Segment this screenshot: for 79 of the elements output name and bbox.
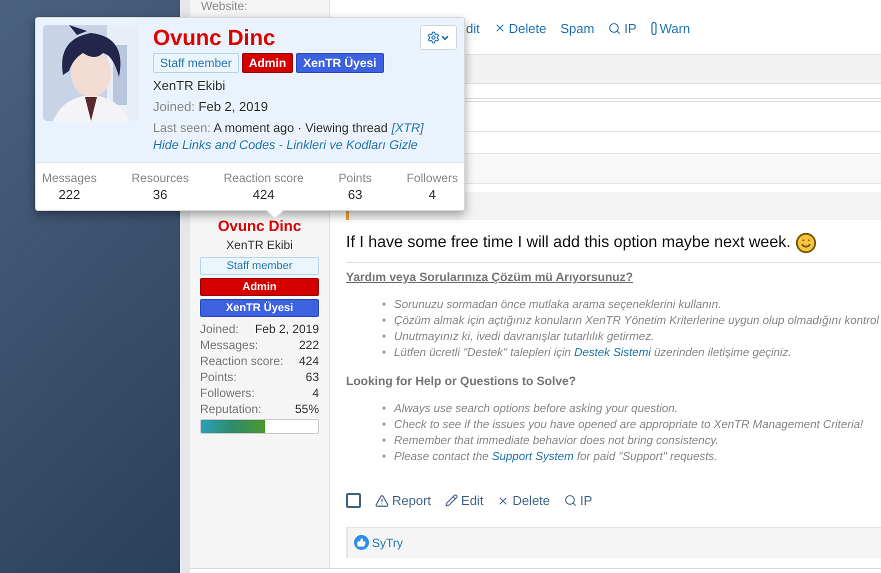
stat-value: 424 — [298, 353, 319, 369]
list-item: Unutmayınız ki, ivedi davranışlar tutarlılık getirmez. — [394, 330, 656, 345]
search-icon — [608, 22, 622, 35]
stat-value: Feb 2, 2019 — [254, 321, 319, 337]
action-link[interactable]: Report — [375, 491, 432, 510]
stat-label: Reaction score: — [200, 353, 284, 369]
settings-dropdown-button[interactable] — [420, 25, 457, 50]
close-icon — [494, 22, 506, 34]
bullet: • — [382, 434, 386, 449]
bullet: • — [382, 346, 386, 361]
thread-link[interactable]: Hide Links and Codes - Linkleri ve Kodları Gizle — [153, 137, 420, 154]
stat-value: 63 — [306, 369, 319, 385]
like-icon — [354, 535, 369, 550]
user-title: XenTR Ekibi — [153, 77, 226, 95]
smiley-icon — [794, 232, 817, 254]
action-link[interactable]: Delete — [494, 18, 546, 38]
field-label: Website: — [201, 0, 248, 13]
settings-icon — [427, 31, 440, 44]
list-item: Check to see if the issues you have opened are appropriate to XenTR Management Criteria! — [394, 418, 864, 433]
stat-value: 63 — [348, 186, 362, 203]
action-link[interactable]: IP — [564, 491, 592, 510]
list-item: Always use search options before asking your question. — [394, 402, 679, 417]
action-link[interactable]: IP — [608, 18, 637, 38]
bullet: • — [382, 330, 386, 345]
stat-label: Messages — [42, 170, 97, 186]
section-heading: Yardım veya Sorularınıza Çözüm mü Arıyorsunuz? — [346, 269, 633, 285]
section-heading: Looking for Help or Questions to Solve? — [346, 373, 576, 389]
bullet: • — [382, 450, 386, 465]
stat-label: Points — [338, 170, 372, 186]
user-banner: XenTR Üyesi — [200, 299, 319, 317]
stat-label: Points: — [200, 369, 237, 385]
username[interactable]: Ovunc Dinc — [218, 218, 302, 236]
bullet: • — [382, 402, 386, 417]
stat-value: 4 — [312, 385, 319, 401]
list-item: Sorunuzu sormadan önce mutlaka arama seçeneklerini kullanın. — [394, 298, 722, 313]
bullet: • — [382, 314, 386, 329]
user-banner: Admin — [200, 278, 319, 296]
pencil-icon — [445, 494, 458, 508]
user-banner: Admin — [242, 53, 294, 73]
stat-label: Followers — [406, 170, 458, 186]
stat-label: Resources — [131, 170, 189, 186]
link[interactable]: Support System — [492, 451, 574, 463]
stat-label: Reputation: — [200, 401, 262, 417]
stat-value: 222 — [298, 337, 319, 353]
action-link[interactable]: Delete — [497, 491, 550, 510]
list-item: Please contact the Support System for paid "Support" requests. — [394, 450, 718, 465]
list-item: Remember that immediate behavior does not bring consistency. — [394, 434, 720, 449]
stat-value: 222 — [58, 186, 80, 203]
stat-label: Messages: — [200, 337, 258, 353]
username[interactable]: Ovunc Dinc — [153, 25, 276, 51]
list-item: Lütfen ücretli "Destek" talepleri için Destek Sistemi üzerinden iletişime geçiniz. — [394, 346, 792, 361]
link[interactable]: Destek Sistemi — [574, 347, 651, 359]
stat-value: 4 — [428, 186, 436, 203]
action-link[interactable]: Edit — [445, 491, 484, 510]
user-banner: XenTR Üyesi — [296, 53, 384, 73]
user-banner: Staff member — [200, 257, 319, 275]
stat-label: Followers: — [200, 385, 255, 401]
thread-link[interactable]: [XTR] — [392, 120, 426, 137]
user-title: XenTR Ekibi — [226, 237, 293, 254]
stat-label: Reaction score — [224, 170, 304, 186]
stat-value: 55% — [294, 401, 319, 417]
action-link[interactable]: Warn — [650, 18, 690, 38]
search-icon — [564, 494, 578, 508]
action-link[interactable]: Spam — [560, 18, 594, 38]
post-message: If I have some free time I will add this option maybe next week. — [346, 233, 791, 253]
reaction-user-link[interactable]: SyTry — [372, 534, 403, 552]
action-link[interactable]: dit — [466, 18, 480, 38]
user-banner: Staff member — [153, 53, 239, 73]
stat-value: 424 — [252, 186, 274, 203]
bullet: • — [382, 418, 386, 433]
stat-label: Joined: — [200, 321, 239, 337]
close-icon — [497, 494, 510, 507]
last-seen-text: Last seen: A moment ago · Viewing thread — [153, 120, 388, 137]
select-checkbox[interactable] — [346, 493, 361, 508]
warning-icon — [375, 494, 389, 508]
bullet: • — [382, 298, 386, 313]
list-item: Çözüm almak için açtığınız konuların XenTR Yönetim Kriterlerine uygun olup olmadığını kontrol — [394, 314, 880, 329]
joined-text: Joined: Feb 2, 2019 — [153, 98, 269, 116]
stat-value: 36 — [152, 186, 168, 203]
